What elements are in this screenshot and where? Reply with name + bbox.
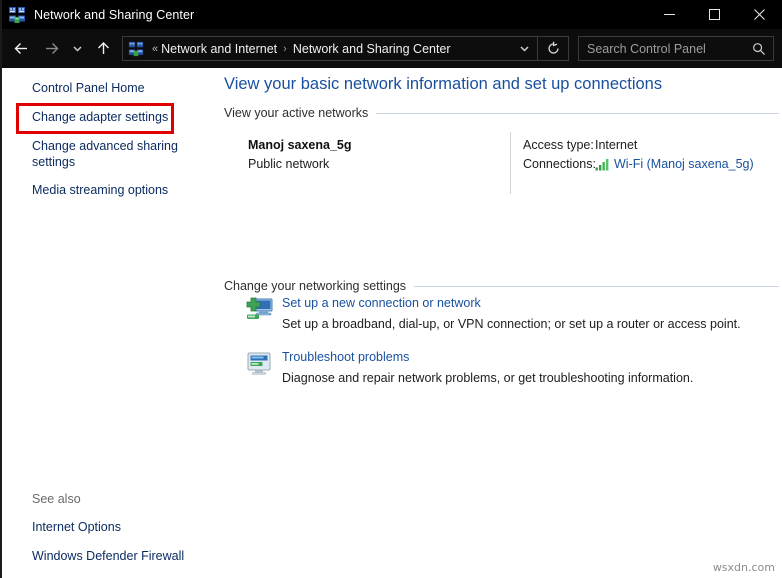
task-link[interactable]: Troubleshoot problems: [282, 350, 409, 364]
up-button[interactable]: [88, 34, 118, 64]
wifi-signal-icon: [595, 158, 610, 171]
troubleshoot-icon: [246, 351, 274, 377]
section-header-active-networks: View your active networks: [224, 106, 779, 120]
breadcrumb-item-network-and-sharing-center[interactable]: Network and Sharing Center: [293, 42, 451, 56]
sidebar-item-control-panel-home[interactable]: Control Panel Home: [2, 80, 217, 96]
refresh-icon: [546, 41, 561, 56]
address-dropdown-button[interactable]: [511, 37, 537, 60]
section-rule: [414, 286, 779, 287]
access-type-label: Access type:: [523, 138, 595, 152]
maximize-button[interactable]: [692, 0, 737, 29]
section-rule: [376, 113, 779, 114]
access-type-row: Access type:Internet: [523, 138, 637, 152]
minimize-icon: [663, 8, 676, 21]
forward-button[interactable]: [36, 34, 66, 64]
see-also-section: See also Internet Options Windows Defend…: [2, 492, 221, 577]
network-sharing-center-window: Network and Sharing Center: [0, 0, 782, 578]
maximize-icon: [708, 8, 721, 21]
see-also-item-internet-options[interactable]: Internet Options: [2, 519, 217, 535]
network-sharing-icon: [8, 6, 26, 24]
arrow-left-icon: [13, 40, 30, 57]
task-description: Diagnose and repair network problems, or…: [282, 371, 693, 385]
breadcrumb-item-network-and-internet[interactable]: Network and Internet: [161, 42, 277, 56]
section-label: Change your networking settings: [224, 279, 414, 293]
arrow-right-icon: [43, 40, 60, 57]
window-controls: [647, 0, 782, 29]
sidebar-item-media-streaming-options[interactable]: Media streaming options: [2, 182, 217, 198]
chevron-down-icon: [518, 42, 531, 55]
sidebar-item-change-adapter-settings[interactable]: Change adapter settings: [2, 109, 217, 125]
section-header-networking-settings: Change your networking settings: [224, 279, 779, 293]
chevron-down-icon: [71, 42, 84, 55]
navigation-bar: « Network and Internet › Network and Sha…: [2, 29, 782, 68]
network-name: Manoj saxena_5g: [248, 138, 352, 152]
access-type-value: Internet: [595, 138, 637, 152]
search-box[interactable]: [578, 36, 774, 61]
magnifier-icon: [752, 42, 766, 56]
breadcrumb-separator: ›: [277, 43, 293, 55]
connection-link-wifi[interactable]: Wi-Fi (Manoj saxena_5g): [614, 157, 754, 171]
title-bar: Network and Sharing Center: [2, 0, 782, 29]
address-bar[interactable]: « Network and Internet › Network and Sha…: [122, 36, 569, 61]
connections-row: Connections: Wi-Fi (Manoj saxena_5g): [523, 157, 754, 171]
breadcrumb-overflow[interactable]: «: [149, 43, 161, 55]
sidebar: Control Panel Home Change adapter settin…: [2, 68, 221, 578]
see-also-title: See also: [2, 492, 221, 506]
refresh-button[interactable]: [537, 37, 568, 60]
section-label: View your active networks: [224, 106, 376, 120]
watermark: wsxdn.com: [713, 561, 775, 574]
page-title: View your basic network information and …: [224, 75, 662, 94]
window-title: Network and Sharing Center: [34, 8, 194, 22]
task-link[interactable]: Set up a new connection or network: [282, 296, 481, 310]
back-button[interactable]: [6, 34, 36, 64]
content-area: Control Panel Home Change adapter settin…: [2, 68, 782, 578]
close-icon: [753, 8, 766, 21]
task-description: Set up a broadband, dial-up, or VPN conn…: [282, 317, 741, 331]
recent-locations-button[interactable]: [66, 34, 88, 64]
see-also-item-windows-defender-firewall[interactable]: Windows Defender Firewall: [2, 548, 217, 564]
address-network-icon: [128, 41, 144, 57]
search-icon[interactable]: [752, 42, 766, 56]
close-button[interactable]: [737, 0, 782, 29]
connections-label: Connections:: [523, 157, 595, 171]
network-type: Public network: [248, 157, 329, 171]
main-pane: View your basic network information and …: [221, 68, 782, 578]
arrow-up-icon: [95, 40, 112, 57]
vertical-divider: [510, 132, 511, 194]
minimize-button[interactable]: [647, 0, 692, 29]
sidebar-item-change-advanced-sharing-settings[interactable]: Change advanced sharing settings: [2, 138, 217, 170]
new-connection-icon: [246, 297, 274, 323]
active-network-block: Manoj saxena_5g Public network Access ty…: [224, 132, 779, 194]
search-input[interactable]: [579, 41, 749, 57]
